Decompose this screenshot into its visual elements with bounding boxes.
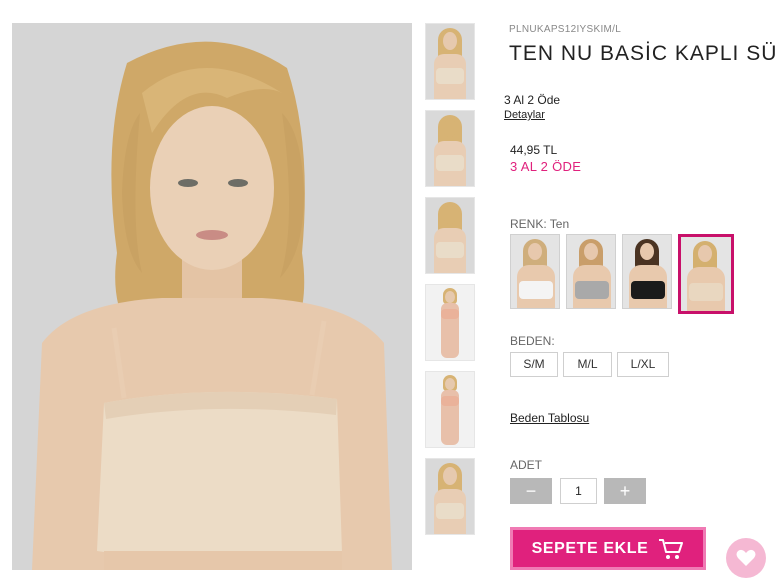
add-to-cart-label: SEPETE EKLE bbox=[531, 539, 649, 557]
color-swatch-ten[interactable] bbox=[678, 234, 734, 314]
thumbnail-front-2[interactable] bbox=[425, 458, 475, 535]
product-sku: PLNUKAPS12IYSKIM/L bbox=[509, 24, 622, 35]
thumbnail-full-body[interactable] bbox=[425, 284, 475, 361]
size-option-ml[interactable]: M/L bbox=[563, 352, 612, 377]
thumbnail-front[interactable] bbox=[425, 23, 475, 100]
size-table-link[interactable]: Beden Tablosu bbox=[510, 411, 589, 425]
heart-icon bbox=[736, 549, 756, 566]
add-to-favorites-button[interactable] bbox=[726, 538, 766, 578]
size-option-sm[interactable]: S/M bbox=[510, 352, 558, 377]
promo-label: 3 Al 2 Öde bbox=[504, 93, 561, 107]
shopping-cart-icon bbox=[659, 538, 684, 559]
thumbnail-full-body-2[interactable] bbox=[425, 371, 475, 448]
thumbnail-back-2[interactable] bbox=[425, 197, 475, 274]
color-label: RENK: Ten bbox=[510, 217, 570, 231]
promo-price: 3 AL 2 ÖDE bbox=[510, 159, 582, 174]
quantity-input[interactable]: 1 bbox=[560, 478, 597, 504]
color-swatch-white[interactable] bbox=[510, 234, 560, 309]
color-swatch-black[interactable] bbox=[622, 234, 672, 309]
details-link[interactable]: Detaylar bbox=[504, 109, 545, 121]
quantity-label: ADET bbox=[510, 458, 543, 472]
size-option-lxl[interactable]: L/XL bbox=[617, 352, 669, 377]
size-label: BEDEN: bbox=[510, 334, 555, 348]
quantity-increase-button[interactable]: + bbox=[604, 478, 646, 504]
model-photo-illustration bbox=[12, 23, 412, 570]
main-product-image[interactable] bbox=[12, 23, 412, 570]
thumbnail-back[interactable] bbox=[425, 110, 475, 187]
product-title: TEN NU BASİC KAPLI SÜ bbox=[509, 42, 778, 65]
add-to-cart-button[interactable]: SEPETE EKLE bbox=[510, 527, 706, 570]
thumbnail-list bbox=[425, 23, 475, 545]
quantity-decrease-button[interactable]: − bbox=[510, 478, 552, 504]
product-price: 44,95 TL bbox=[510, 143, 558, 157]
color-swatch-grey[interactable] bbox=[566, 234, 616, 309]
